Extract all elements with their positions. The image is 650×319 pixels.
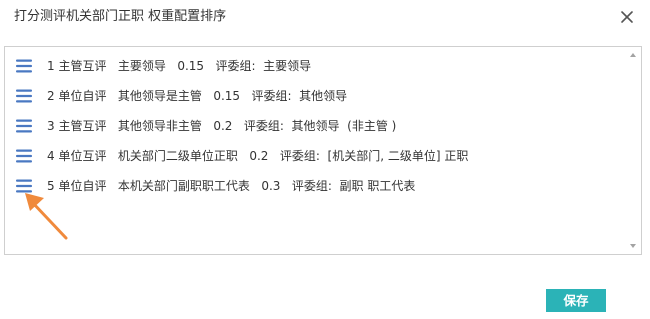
drag-handle-icon[interactable] [15,58,33,74]
list-item-text: 2 单位自评 其他领导是主管 0.15 评委组: 其他领导 [47,89,348,103]
list-item-text: 3 主管互评 其他领导非主管 0.2 评委组: 其他领导 (非主管 ) [47,119,397,133]
close-icon [621,11,633,23]
sortable-list: 1 主管互评 主要领导 0.15 评委组: 主要领导 2 单位自评 其他领导是主… [4,46,642,255]
save-button[interactable]: 保存 [546,289,606,312]
dialog-title: 打分测评机关部门正职 权重配置排序 [14,9,227,24]
list-item-text: 1 主管互评 主要领导 0.15 评委组: 主要领导 [47,59,312,73]
drag-handle-icon[interactable] [15,148,33,164]
list-item-text: 4 单位互评 机关部门二级单位正职 0.2 评委组: [机关部门, 二级单位] … [47,149,469,163]
list-item[interactable]: 3 主管互评 其他领导非主管 0.2 评委组: 其他领导 (非主管 ) [5,115,625,137]
list-item[interactable]: 5 单位自评 本机关部门副职职工代表 0.3 评委组: 副职 职工代表 [5,175,625,197]
list-item[interactable]: 4 单位互评 机关部门二级单位正职 0.2 评委组: [机关部门, 二级单位] … [5,145,625,167]
list-item[interactable]: 2 单位自评 其他领导是主管 0.15 评委组: 其他领导 [5,85,625,107]
list-item[interactable]: 1 主管互评 主要领导 0.15 评委组: 主要领导 [5,55,625,77]
scroll-up-arrow-icon[interactable] [630,53,636,57]
list-item-text: 5 单位自评 本机关部门副职职工代表 0.3 评委组: 副职 职工代表 [47,179,416,193]
drag-handle-icon[interactable] [15,88,33,104]
scroll-down-arrow-icon[interactable] [630,244,636,248]
close-button[interactable] [619,9,635,25]
vertical-scrollbar[interactable] [626,47,641,254]
arrow-annotation-icon [20,188,76,244]
drag-handle-icon[interactable] [15,118,33,134]
